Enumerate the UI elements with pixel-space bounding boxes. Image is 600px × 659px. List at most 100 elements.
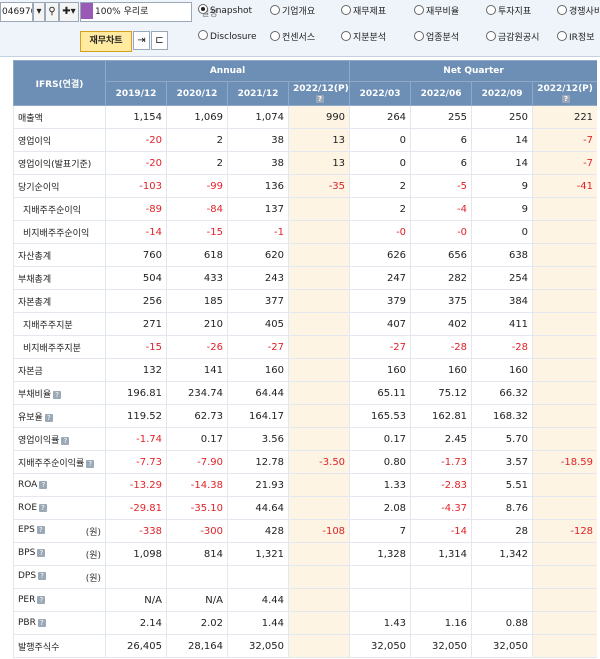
help-icon[interactable]: ? (39, 504, 48, 512)
radio-icon[interactable] (486, 5, 496, 15)
table-row: PER? N/A N/A 4.44 (13, 588, 597, 612)
help-icon[interactable]: ? (37, 548, 46, 557)
help-icon[interactable]: ? (37, 596, 46, 604)
table-cell: 1.16 (410, 611, 473, 635)
tab-row2-5[interactable]: IR정보 (557, 30, 594, 43)
expand-icon[interactable]: ⇥ (133, 31, 150, 50)
column-header: 2020/12 (166, 81, 228, 106)
code-dropdown-button[interactable]: ▾ (33, 2, 45, 22)
table-cell: 2.45 (410, 427, 473, 451)
add-list-icon[interactable]: ✚▾ (59, 2, 79, 22)
help-icon[interactable]: ? (61, 436, 70, 445)
table-cell: 44.64 (227, 496, 289, 520)
table-cell (532, 611, 597, 635)
table-cell: -2.83 (410, 473, 473, 497)
financial-chart-button[interactable]: 재무차트 (80, 31, 132, 52)
column-header-label: 2022/03 (359, 88, 401, 99)
table-cell: 1.33 (349, 473, 412, 497)
radio-icon[interactable] (270, 31, 280, 41)
tab-row2-4[interactable]: 금감원공시 (486, 30, 539, 43)
tab-row1-2[interactable]: 재무제표 (341, 4, 386, 17)
table-cell: 162.81 (410, 404, 473, 428)
table-cell: 160 (471, 358, 534, 382)
tab-label: 업종분석 (426, 33, 460, 43)
table-cell: 234.74 (166, 381, 228, 405)
row-label: PBR? (13, 611, 106, 635)
table-cell: 32,050 (349, 634, 412, 658)
radio-icon[interactable] (341, 5, 351, 15)
table-cell: 5.51 (471, 473, 534, 497)
radio-icon[interactable] (198, 4, 208, 14)
radio-icon[interactable] (486, 31, 496, 41)
table-cell: 6 (410, 128, 473, 152)
column-header-label: 2022/09 (481, 88, 523, 99)
radio-icon[interactable] (414, 5, 424, 15)
tab-row2-3[interactable]: 업종분석 (414, 30, 459, 43)
table-cell (287, 404, 351, 428)
row-label-text: 영업이익 (18, 136, 52, 147)
table-cell: 8.76 (471, 496, 534, 520)
radio-icon[interactable] (341, 31, 351, 41)
row-label: EPS? (원) (13, 519, 106, 543)
radio-icon[interactable] (270, 5, 280, 15)
tab-row1-3[interactable]: 재무비율 (414, 4, 459, 17)
table-cell: 196.81 (105, 381, 167, 405)
radio-icon[interactable] (557, 31, 567, 41)
help-icon[interactable]: ? (39, 481, 48, 489)
company-name-field[interactable]: 100% 우리로 (80, 2, 192, 22)
tab-row2-0[interactable]: Disclosure (198, 30, 257, 42)
table-cell: 168.32 (471, 404, 534, 428)
tab-row2-1[interactable]: 컨센서스 (270, 30, 315, 43)
table-cell: 990 (287, 105, 351, 129)
table-cell: 3.56 (227, 427, 289, 451)
column-header: 2021/12 (227, 81, 289, 106)
help-icon[interactable]: ? (53, 390, 62, 399)
tab-row2-2[interactable]: 지분분석 (341, 30, 386, 43)
row-label-text: 매출액 (18, 113, 43, 124)
fit-icon[interactable]: ⊏ (151, 31, 168, 50)
help-icon[interactable]: ? (36, 525, 45, 534)
help-icon[interactable]: ? (44, 413, 53, 422)
search-icon[interactable]: ⚲ (45, 2, 59, 22)
row-label-text: BPS (18, 547, 36, 558)
tab-row1-4[interactable]: 투자지표 (486, 4, 531, 17)
row-label: ROA? (13, 473, 106, 497)
table-cell: -103 (105, 174, 167, 198)
table-cell: -84 (166, 197, 228, 221)
row-label-text: 부채비율 (18, 389, 52, 400)
table-cell: 2.08 (349, 496, 412, 520)
table-cell: 504 (105, 266, 167, 290)
table-cell: 12.78 (227, 450, 289, 474)
stock-code-input[interactable]: 046970 (0, 2, 33, 22)
table-cell (532, 634, 597, 658)
table-cell: 0 (349, 128, 412, 152)
help-icon[interactable]: ? (316, 94, 325, 103)
tab-label: 경쟁사비 (569, 7, 600, 17)
help-icon[interactable]: ? (562, 94, 571, 103)
help-icon[interactable]: ? (86, 459, 95, 468)
radio-icon[interactable] (198, 30, 208, 40)
radio-icon[interactable] (557, 5, 567, 15)
help-icon[interactable]: ? (37, 619, 46, 627)
table-cell: 1,069 (166, 105, 228, 129)
table-cell (410, 565, 473, 589)
help-icon[interactable]: ? (38, 571, 47, 580)
tab-row1-5[interactable]: 경쟁사비 (557, 4, 600, 17)
table-cell: 65.11 (349, 381, 412, 405)
tab-row1-0[interactable]: Snapshot (198, 4, 252, 16)
tab-label: 재무비율 (426, 7, 460, 17)
table-cell: -7.90 (166, 450, 228, 474)
table-cell: 165.53 (349, 404, 412, 428)
table-cell: -28 (471, 335, 534, 359)
table-row: 발행주식수 26,405 28,164 32,050 32,050 32,050 32,05… (13, 634, 597, 658)
table-cell (471, 588, 534, 612)
table-cell: -3.50 (287, 450, 351, 474)
table-cell: -35.10 (166, 496, 228, 520)
tab-row1-1[interactable]: 기업개요 (270, 4, 315, 17)
table-cell (105, 565, 167, 589)
radio-icon[interactable] (414, 31, 424, 41)
table-cell: 760 (105, 243, 167, 267)
table-cell (287, 220, 351, 244)
table-cell: -26 (166, 335, 228, 359)
table-cell: -7.73 (105, 450, 167, 474)
